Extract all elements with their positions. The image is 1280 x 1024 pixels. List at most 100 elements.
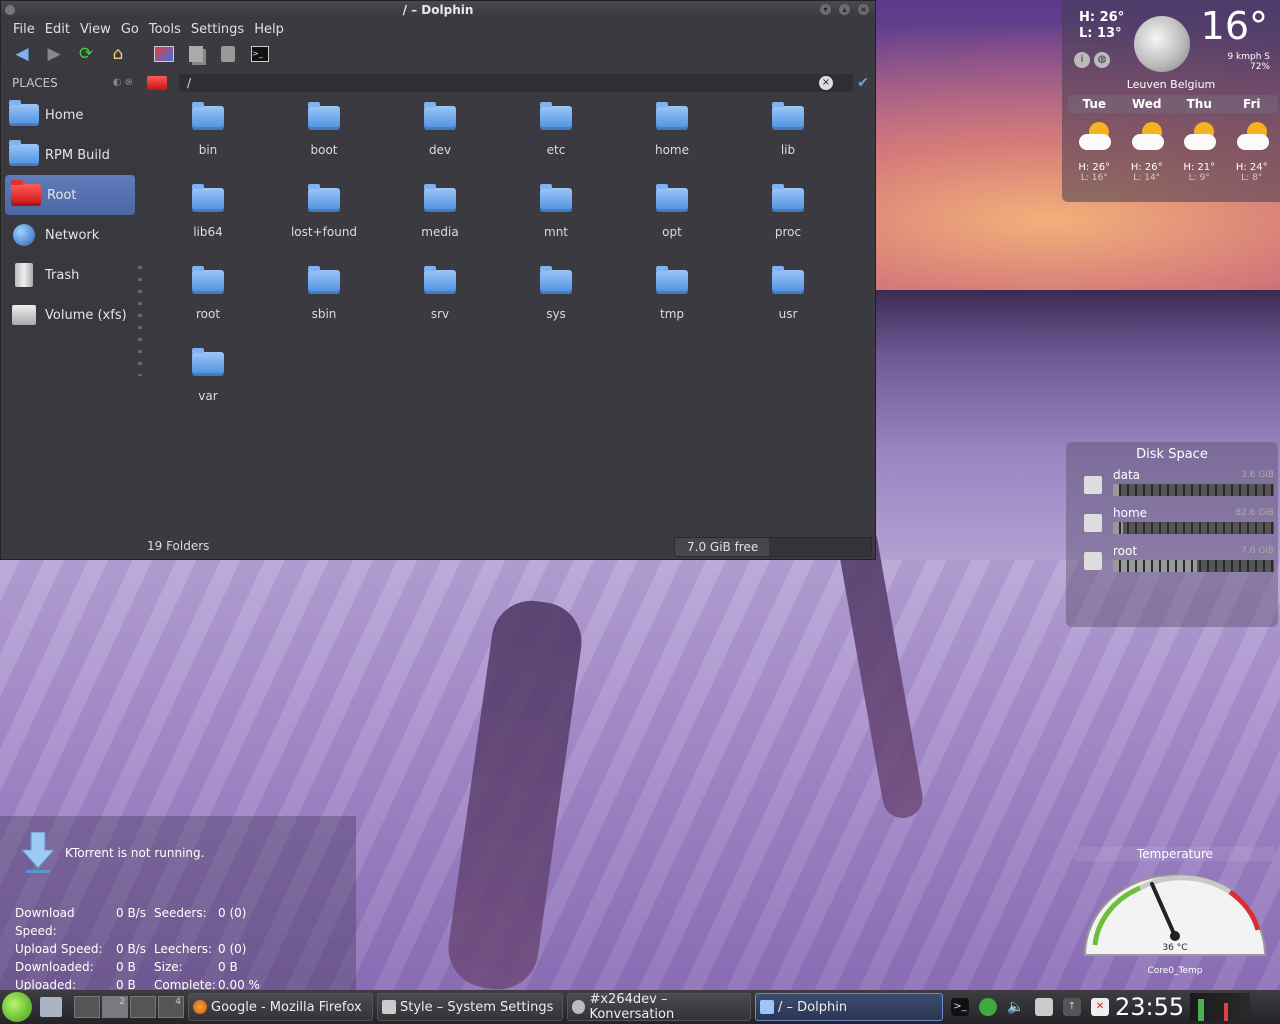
place-network[interactable]: Network: [3, 215, 137, 255]
terminal-icon[interactable]: >_: [249, 43, 271, 65]
folder-item[interactable]: media: [382, 178, 498, 260]
place-volume-xfs[interactable]: Volume (xfs): [3, 295, 137, 335]
pager-desktop-3[interactable]: [130, 996, 156, 1018]
place-root[interactable]: Root: [5, 175, 135, 215]
clear-location-icon[interactable]: ×: [819, 76, 833, 90]
folder-item[interactable]: sys: [498, 260, 614, 342]
forecast-low: L: 8°: [1241, 173, 1263, 183]
panel-splitter[interactable]: [138, 266, 142, 376]
folder-item[interactable]: mnt: [498, 178, 614, 260]
file-view[interactable]: bin boot dev etc home lib lib64 lost+found media…: [147, 96, 873, 532]
folder-item[interactable]: usr: [730, 260, 846, 342]
temperature-gauge: 36 °C: [1083, 874, 1267, 956]
folder-item[interactable]: etc: [498, 96, 614, 178]
download-arrow-icon: [20, 832, 56, 873]
ktorrent-stat-row: Upload Speed: 0 B/s Leechers: 0 (0): [15, 940, 278, 958]
clock[interactable]: 23:55: [1115, 993, 1184, 1021]
forecast-cell: H: 26° L: 14°: [1121, 120, 1174, 183]
close-button[interactable]: ×: [858, 4, 869, 15]
back-arrow-icon[interactable]: ◀: [11, 43, 33, 65]
maximize-button[interactable]: ▴: [839, 4, 850, 15]
folder-item[interactable]: lib: [730, 96, 846, 178]
places-header: PLACES ◐ ⊗: [3, 71, 137, 95]
location-bar: / × ✔: [147, 73, 873, 93]
task-firefox[interactable]: Google - Mozilla Firefox: [188, 993, 373, 1021]
place-label: Trash: [45, 267, 80, 283]
folder-icon: [192, 348, 224, 376]
drive-icon: [1084, 476, 1102, 494]
disk-row-data[interactable]: data 3.6 GiB: [1084, 468, 1278, 506]
window-titlebar[interactable]: / – Dolphin ▾ ▴ ×: [1, 1, 875, 19]
folder-item[interactable]: boot: [266, 96, 382, 178]
folder-item[interactable]: lib64: [150, 178, 266, 260]
place-trash[interactable]: Trash: [3, 255, 137, 295]
update-icon[interactable]: [979, 998, 997, 1016]
minimize-button[interactable]: ▾: [820, 4, 831, 15]
info-icon[interactable]: i: [1074, 52, 1090, 68]
disk-row-root[interactable]: root 7.0 GiB: [1084, 544, 1278, 582]
expand-tray-icon[interactable]: ↑: [1063, 998, 1081, 1016]
partly-cloudy-icon: [1130, 120, 1164, 154]
view-icon[interactable]: [153, 43, 175, 65]
confirm-location-icon[interactable]: ✔: [853, 75, 873, 91]
copy-icon[interactable]: [185, 43, 207, 65]
folder-label: root: [195, 307, 221, 321]
volume-icon[interactable]: 🔈: [1007, 998, 1025, 1016]
folder-label: proc: [774, 225, 802, 239]
menu-file[interactable]: File: [9, 22, 39, 37]
weather-wind: 9 kmph S: [1227, 52, 1270, 62]
folder-item[interactable]: proc: [730, 178, 846, 260]
folder-icon: [308, 266, 340, 294]
task-system-settings[interactable]: Style – System Settings: [377, 993, 563, 1021]
menu-tools[interactable]: Tools: [145, 22, 185, 37]
paste-icon[interactable]: [217, 43, 239, 65]
reload-icon[interactable]: ⟳: [75, 43, 97, 65]
folder-item[interactable]: opt: [614, 178, 730, 260]
window-menu-button[interactable]: [5, 5, 15, 15]
pager-desktop-1[interactable]: [74, 996, 100, 1018]
partly-cloudy-icon: [1235, 120, 1269, 154]
show-desktop-icon[interactable]: [40, 997, 62, 1017]
folder-item[interactable]: srv: [382, 260, 498, 342]
free-space-meter: 7.0 GiB free: [674, 537, 872, 557]
folder-label: boot: [310, 143, 338, 157]
folder-item[interactable]: dev: [382, 96, 498, 178]
disk-usage-bar: [1113, 522, 1274, 534]
pager-desktop-4[interactable]: 4: [158, 996, 184, 1018]
globe-icon[interactable]: ◍: [1094, 52, 1110, 68]
folder-label: sbin: [311, 307, 337, 321]
place-home[interactable]: Home: [3, 95, 137, 135]
task-dolphin[interactable]: / – Dolphin: [755, 993, 943, 1021]
folder-item[interactable]: bin: [150, 96, 266, 178]
place-rpm-build[interactable]: RPM Build: [3, 135, 137, 175]
task-konversation[interactable]: #x264dev – Konversation: [567, 992, 751, 1022]
menu-settings[interactable]: Settings: [187, 22, 248, 37]
forward-arrow-icon[interactable]: ▶: [43, 43, 65, 65]
menu-go[interactable]: Go: [117, 22, 143, 37]
folder-item[interactable]: tmp: [614, 260, 730, 342]
pager-desktop-2[interactable]: 2: [102, 996, 128, 1018]
folder-item[interactable]: home: [614, 96, 730, 178]
location-input[interactable]: / ×: [179, 74, 853, 92]
application-launcher-icon[interactable]: [2, 992, 32, 1022]
disk-row-home[interactable]: home 82.6 GiB: [1084, 506, 1278, 544]
folder-item[interactable]: var: [150, 342, 266, 424]
removable-device-icon[interactable]: [1035, 998, 1053, 1016]
folder-item[interactable]: sbin: [266, 260, 382, 342]
moon-icon: [1134, 16, 1190, 72]
stat-label: Upload Speed:: [15, 942, 103, 956]
menu-view[interactable]: View: [76, 22, 115, 37]
stat-value: 0 B: [218, 960, 238, 974]
folder-item[interactable]: root: [150, 260, 266, 342]
ktorrent-stat-row: Download Speed: 0 B/s Seeders: 0 (0): [15, 904, 278, 940]
stat-label: Downloaded:: [15, 960, 94, 974]
panel-controls-icon[interactable]: ◐ ⊗: [113, 71, 133, 95]
klipper-icon[interactable]: ✕: [1091, 998, 1109, 1016]
task-label: #x264dev – Konversation: [589, 992, 675, 1022]
forecast-high: H: 21°: [1183, 162, 1216, 173]
menu-help[interactable]: Help: [250, 22, 288, 37]
home-icon[interactable]: ⌂: [107, 43, 129, 65]
folder-item[interactable]: lost+found: [266, 178, 382, 260]
menu-edit[interactable]: Edit: [41, 22, 74, 37]
terminal-icon[interactable]: >_: [951, 998, 969, 1016]
